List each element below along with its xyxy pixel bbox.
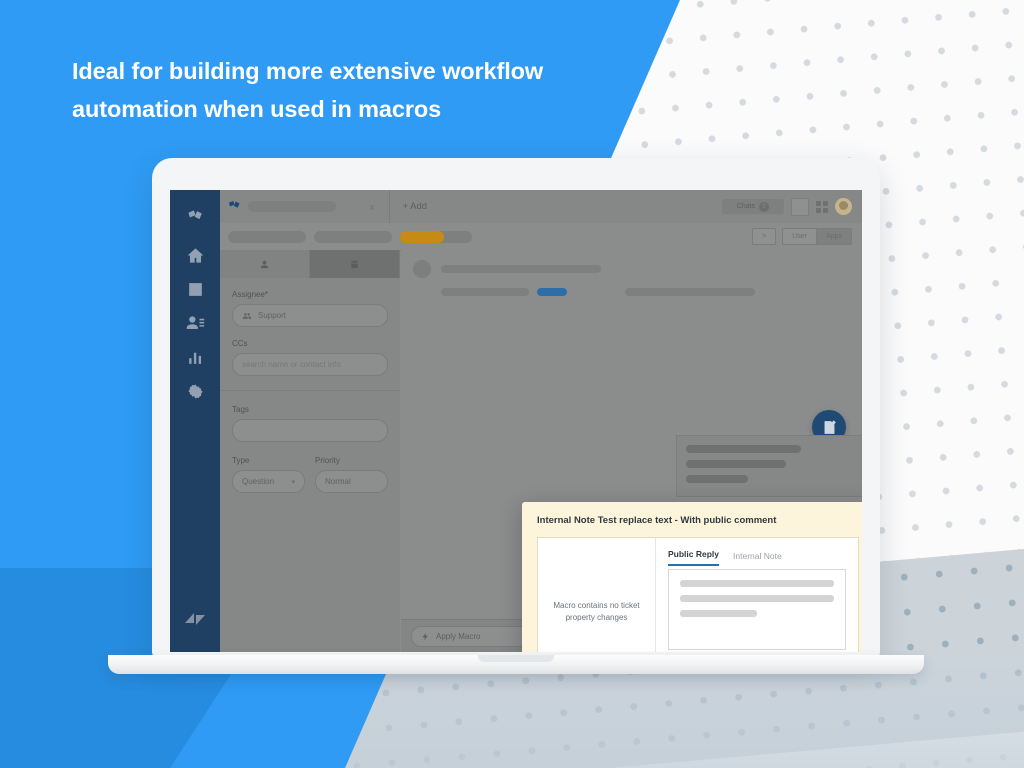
tags-label: Tags <box>232 405 249 414</box>
modal-body: Macro contains no ticket property change… <box>537 537 859 652</box>
tab-requester[interactable] <box>220 250 310 278</box>
chevron-down-icon: ▾ <box>291 478 295 486</box>
ccs-label: CCs <box>232 339 248 348</box>
requester-avatar <box>413 260 431 278</box>
laptop-base-notch <box>478 655 554 662</box>
priority-value: Normal <box>325 477 351 486</box>
apply-macro-label: Apply Macro <box>436 631 481 641</box>
tab-public-reply[interactable]: Public Reply <box>668 549 720 566</box>
preview-line <box>680 610 757 617</box>
preview-line <box>680 595 834 602</box>
sidebar-item-products[interactable] <box>170 200 220 234</box>
macro-no-changes-message: Macro contains no ticket property change… <box>538 538 656 652</box>
apps-grid-icon[interactable] <box>816 200 828 213</box>
conversation-line <box>625 288 755 296</box>
group-icon <box>242 312 252 319</box>
type-priority-row: Type Question ▾ Priority Normal <box>232 456 388 493</box>
zendesk-product-icon <box>220 199 248 214</box>
zendesk-app: x + Add Chats 0 > User Apps Assignee* Su… <box>170 190 862 652</box>
preview-line <box>680 580 834 587</box>
priority-label: Priority <box>315 456 340 465</box>
macro-comment-preview: Public Reply Internal Note <box>656 538 858 652</box>
subbar-status-gold <box>400 230 444 243</box>
type-label: Type <box>232 456 250 465</box>
assignee-label: Assignee* <box>232 290 269 299</box>
conversation-line-highlight <box>537 288 567 296</box>
event-line <box>686 460 786 468</box>
compose-document-icon <box>824 419 836 434</box>
avatar[interactable] <box>835 198 852 215</box>
lightning-icon <box>422 632 428 640</box>
page-title: Ideal for building more extensive workfl… <box>72 58 544 123</box>
subbar-field-1[interactable] <box>228 230 306 243</box>
topbar-right-group: Chats 0 <box>722 197 862 216</box>
subbar-field-2[interactable] <box>314 230 392 243</box>
sidebar-item-admin[interactable] <box>170 374 220 408</box>
pane-divider <box>220 390 400 391</box>
comment-preview-box <box>668 569 846 650</box>
event-line <box>686 475 748 483</box>
type-value: Question <box>242 477 275 486</box>
assignee-field[interactable]: Support <box>232 304 388 327</box>
ccs-field[interactable]: search name or contact info <box>232 353 388 376</box>
ticket-properties-pane: Assignee* Support CCs search name or con… <box>220 278 400 652</box>
chats-label: Chats <box>736 203 756 210</box>
add-square-button[interactable] <box>791 197 809 216</box>
tags-field[interactable] <box>232 419 388 442</box>
zendesk-logo <box>170 604 220 634</box>
chats-count-badge: 0 <box>759 201 770 212</box>
app-topbar: x + Add Chats 0 <box>220 190 862 224</box>
ticket-event-card <box>676 435 862 497</box>
close-tab-icon[interactable]: x <box>370 202 375 212</box>
apply-macro-modal: Internal Note Test replace text - With p… <box>522 502 862 652</box>
tab-internal-note[interactable]: Internal Note <box>733 551 782 566</box>
event-line <box>686 445 801 453</box>
collapse-panel-button[interactable]: > <box>752 228 777 245</box>
tab-divider <box>388 190 390 223</box>
sidebar-item-home[interactable] <box>170 238 220 272</box>
screenshot-stage: Ideal for building more extensive workfl… <box>0 0 1024 768</box>
ccs-placeholder: search name or contact info <box>242 360 341 369</box>
laptop-screen: x + Add Chats 0 > User Apps Assignee* Su… <box>170 190 862 652</box>
conversation-line <box>441 265 601 273</box>
tab-ticket[interactable] <box>310 250 400 278</box>
assignee-value: Support <box>258 311 287 320</box>
type-select[interactable]: Question ▾ <box>232 470 305 493</box>
tab-user[interactable]: User <box>782 228 818 245</box>
sidebar-item-views[interactable] <box>170 272 220 306</box>
tab-apps[interactable]: Apps <box>817 228 852 245</box>
ticket-tab-title-placeholder[interactable] <box>248 201 336 212</box>
modal-title: Internal Note Test replace text - With p… <box>537 515 777 526</box>
sidebar-item-reporting[interactable] <box>170 340 220 374</box>
ticket-subtabs <box>220 250 400 278</box>
comment-channel-tabs: Public Reply Internal Note <box>668 549 846 566</box>
add-tab-button[interactable]: + Add <box>403 201 428 212</box>
subbar-right-group: > User Apps <box>752 228 862 245</box>
app-subbar: > User Apps <box>220 223 862 251</box>
sidebar-item-customers[interactable] <box>170 306 220 340</box>
chats-status[interactable]: Chats 0 <box>722 199 784 214</box>
conversation-header <box>401 250 862 278</box>
app-sidebar <box>170 190 220 652</box>
conversation-line <box>441 288 529 296</box>
priority-select[interactable]: Normal <box>315 470 388 493</box>
